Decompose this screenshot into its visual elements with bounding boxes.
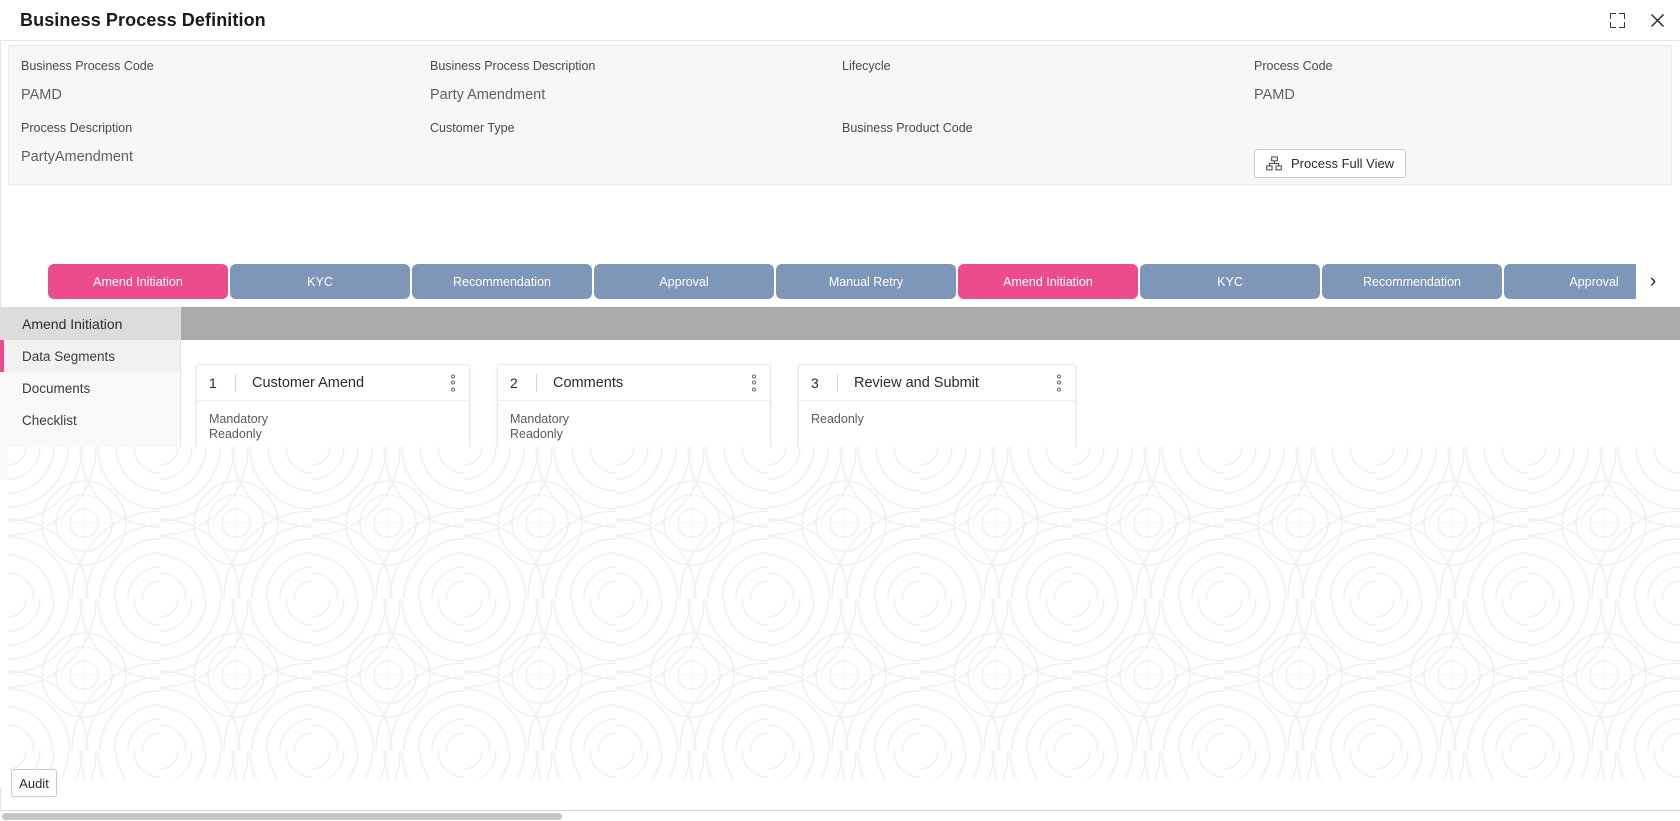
stage-tab-label: Manual Retry	[828, 274, 904, 289]
stage-tabs-strip: Amend Initiation KYC Recommendation Appr…	[0, 264, 1680, 299]
sidebar-item-label: Data Segments	[22, 348, 116, 364]
stage-tab-label: KYC	[1217, 274, 1243, 289]
field-process-description: Process Description PartyAmendment	[21, 120, 133, 166]
hierarchy-icon	[1266, 156, 1283, 171]
field-label: Lifecycle	[842, 59, 891, 73]
card-attribute: Readonly	[209, 427, 262, 441]
close-icon[interactable]	[1646, 10, 1668, 32]
stage-tab-kyc-2[interactable]: KYC	[1140, 264, 1320, 299]
field-label: Process Code	[1254, 59, 1333, 73]
stage-tab-amend-initiation-1[interactable]: Amend Initiation	[48, 264, 228, 299]
card-header: 1 Customer Amend	[197, 365, 469, 401]
kebab-menu-icon[interactable]	[752, 374, 756, 391]
card-number: 3	[811, 374, 819, 391]
field-label: Customer Type	[430, 121, 515, 135]
card-body: Mandatory Readonly	[498, 401, 770, 453]
sidebar-item-checklist[interactable]: Checklist	[0, 404, 180, 436]
stage-tab-recommendation-2[interactable]: Recommendation	[1322, 264, 1502, 299]
stage-tab-label: Approval	[659, 274, 709, 289]
stage-tab-label: Amend Initiation	[1003, 274, 1093, 289]
stage-tab-label: Approval	[1569, 274, 1619, 289]
window-controls	[1606, 0, 1668, 41]
card-attribute: Mandatory	[510, 412, 570, 426]
field-customer-type: Customer Type	[430, 120, 515, 148]
stage-tab-amend-initiation-2[interactable]: Amend Initiation	[958, 264, 1138, 299]
card-header: 2 Comments	[498, 365, 770, 401]
sidebar-item-label: Documents	[22, 380, 91, 396]
card-number: 2	[510, 374, 518, 391]
process-full-view-button[interactable]: Process Full View	[1254, 149, 1407, 178]
kebab-menu-icon[interactable]	[1057, 374, 1061, 391]
stage-tab-label: Recommendation	[1363, 274, 1461, 289]
stage-tab-manual-retry[interactable]: Manual Retry	[776, 264, 956, 299]
field-value: Party Amendment	[430, 87, 546, 103]
chevron-right-icon[interactable]: ›	[1640, 264, 1666, 299]
stage-tabs-track: Amend Initiation KYC Recommendation Appr…	[48, 264, 1636, 299]
field-label: Business Product Code	[842, 121, 973, 135]
stage-tab-approval-1[interactable]: Approval	[594, 264, 774, 299]
card-title: Customer Amend	[252, 374, 365, 391]
card-number: 1	[209, 374, 217, 391]
content-header-band	[181, 307, 1680, 340]
card-divider	[536, 373, 537, 392]
card-attribute: Mandatory	[209, 412, 269, 426]
stage-tabs-viewport: Amend Initiation KYC Recommendation Appr…	[48, 264, 1636, 299]
business-process-definition-screen: Business Process Definition Business Pro…	[0, 0, 1680, 821]
stage-tab-recommendation-1[interactable]: Recommendation	[412, 264, 592, 299]
field-label: Business Process Description	[430, 59, 596, 73]
card-divider	[837, 373, 838, 392]
stage-tab-approval-2[interactable]: Approval	[1504, 264, 1636, 299]
data-segment-card[interactable]: 3 Review and Submit Readonly	[798, 364, 1076, 454]
field-process-code: Process Code PAMD	[1254, 58, 1333, 104]
field-value: PartyAmendment	[21, 149, 134, 165]
card-title: Comments	[553, 374, 624, 391]
audit-button[interactable]: Audit	[11, 769, 57, 797]
field-label: Process Description	[21, 121, 133, 135]
kebab-menu-icon[interactable]	[451, 374, 455, 391]
data-segment-card[interactable]: 1 Customer Amend Mandatory Readonly	[196, 364, 470, 454]
background-watermark	[8, 447, 1680, 779]
sidebar-item-label: Checklist	[22, 412, 77, 428]
sidebar-item-data-segments[interactable]: Data Segments	[0, 340, 180, 372]
stage-tab-label: Amend Initiation	[93, 274, 183, 289]
footer-bar: Audit	[0, 762, 1680, 810]
stage-tab-label: KYC	[307, 274, 333, 289]
process-full-view-label: Process Full View	[1291, 156, 1395, 171]
field-business-product-code: Business Product Code	[842, 120, 973, 148]
process-info-panel: Business Process Code PAMD Business Proc…	[8, 45, 1672, 185]
window-titlebar: Business Process Definition	[0, 0, 1680, 41]
card-attribute: Readonly	[510, 427, 563, 441]
field-business-process-code: Business Process Code PAMD	[21, 58, 154, 104]
stage-tab-label: Recommendation	[453, 274, 551, 289]
field-value: PAMD	[1254, 87, 1295, 103]
data-segment-cards: 1 Customer Amend Mandatory Readonly 2 Co…	[196, 364, 1076, 454]
field-value: PAMD	[21, 87, 62, 103]
collapse-corners-icon[interactable]	[1606, 10, 1628, 32]
data-segment-card[interactable]: 2 Comments Mandatory Readonly	[497, 364, 771, 454]
card-body: Mandatory Readonly	[197, 401, 469, 453]
card-header: 3 Review and Submit	[799, 365, 1075, 401]
field-label: Business Process Code	[21, 59, 154, 73]
card-divider	[235, 373, 236, 392]
page-title: Business Process Definition	[20, 9, 266, 30]
field-business-process-description: Business Process Description Party Amend…	[430, 58, 595, 104]
field-lifecycle: Lifecycle	[842, 58, 891, 86]
card-body: Readonly	[799, 401, 1075, 446]
card-attribute: Readonly	[811, 412, 864, 426]
stage-tab-kyc-1[interactable]: KYC	[230, 264, 410, 299]
sidebar-item-documents[interactable]: Documents	[0, 372, 180, 404]
horizontal-scrollbar[interactable]	[0, 810, 1680, 821]
scrollbar-thumb[interactable]	[2, 813, 562, 820]
card-title: Review and Submit	[854, 374, 979, 391]
sidebar-title: Amend Initiation	[0, 307, 180, 340]
